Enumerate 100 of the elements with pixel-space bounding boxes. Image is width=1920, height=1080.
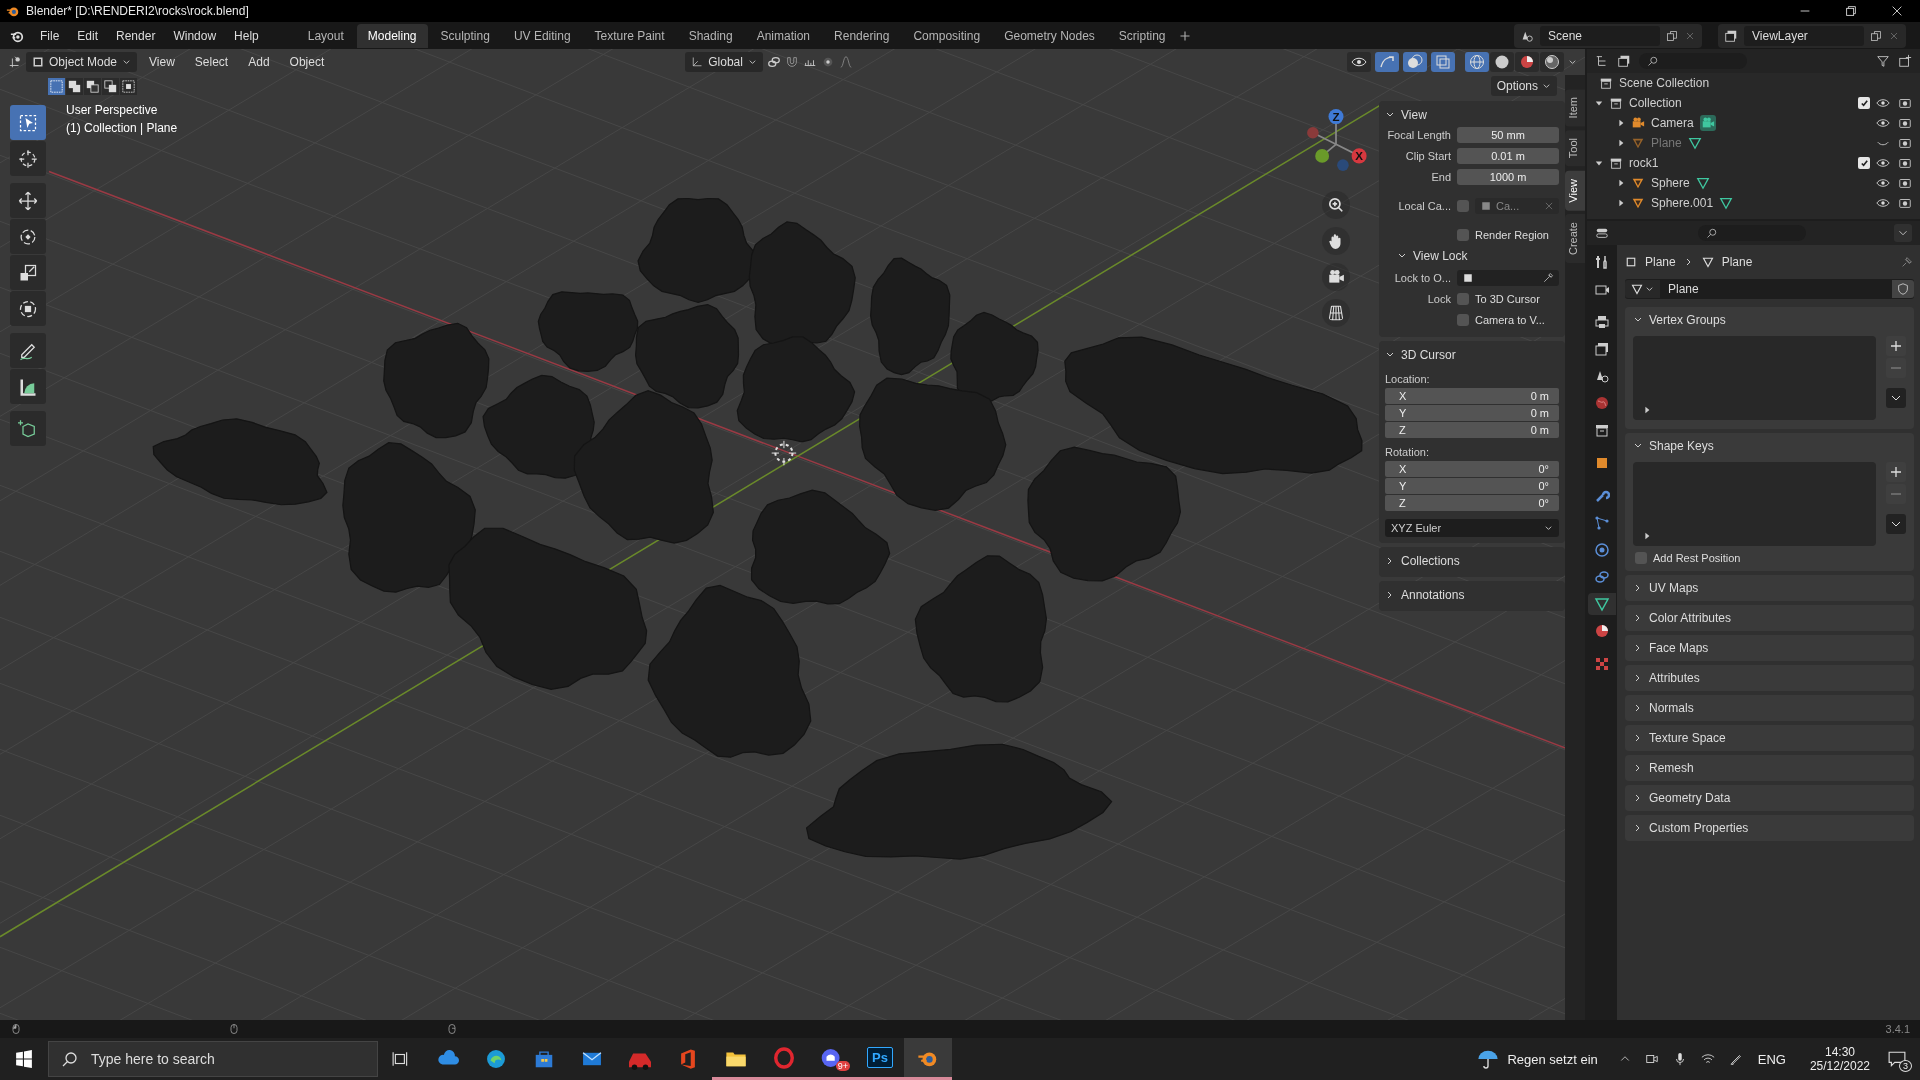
camera-icon[interactable] bbox=[1898, 116, 1912, 130]
checkbox-label[interactable]: Add Rest Position bbox=[1635, 552, 1906, 564]
copy-icon[interactable] bbox=[1870, 29, 1882, 42]
caret-icon[interactable] bbox=[1568, 57, 1577, 67]
mesh-selector[interactable] bbox=[1625, 280, 1660, 298]
checkbox[interactable] bbox=[1457, 228, 1469, 241]
move-tool-button[interactable] bbox=[10, 183, 46, 218]
add-icon[interactable] bbox=[1886, 336, 1906, 356]
camera-icon[interactable] bbox=[1898, 176, 1912, 190]
number-field[interactable]: 50 mm bbox=[1457, 126, 1559, 143]
sidebar-tab[interactable]: Create bbox=[1565, 214, 1585, 264]
menu-item[interactable]: Render bbox=[108, 25, 164, 46]
language-indicator[interactable]: ENG bbox=[1757, 1051, 1786, 1067]
workspace-tab[interactable]: Layout bbox=[296, 23, 355, 48]
scene-selector[interactable]: Scene bbox=[1540, 25, 1660, 46]
triangle-down-icon[interactable] bbox=[1595, 159, 1603, 167]
tree-item[interactable]: Sphere bbox=[1651, 176, 1690, 190]
copy-icon[interactable] bbox=[1666, 29, 1678, 42]
clock-date[interactable]: 25/12/2022 bbox=[1809, 1059, 1870, 1073]
wifi-icon[interactable] bbox=[1700, 1052, 1715, 1066]
squares-icon[interactable] bbox=[120, 77, 137, 95]
pen-icon[interactable] bbox=[1728, 1052, 1743, 1066]
camera-icon[interactable] bbox=[1898, 156, 1912, 170]
clock-time[interactable]: 14:30 bbox=[1824, 1045, 1855, 1059]
measure-tool-button[interactable] bbox=[10, 369, 46, 404]
pin-icon[interactable] bbox=[1900, 255, 1914, 269]
rotate-tool-button[interactable] bbox=[10, 219, 46, 254]
eye-icon[interactable] bbox=[1347, 52, 1371, 72]
number-field[interactable]: Z 0 m bbox=[1385, 422, 1559, 438]
workspace-tab[interactable]: Scripting bbox=[1107, 23, 1177, 48]
triangle-down-icon[interactable] bbox=[1595, 99, 1603, 107]
workspace-tab[interactable]: Rendering bbox=[823, 23, 901, 48]
menu-item[interactable]: Window bbox=[165, 25, 225, 46]
grid-icon[interactable] bbox=[1322, 299, 1350, 327]
zoom-icon[interactable] bbox=[1322, 191, 1350, 219]
triangle-right-icon[interactable] bbox=[1617, 179, 1625, 187]
workspace-tab[interactable]: Texture Paint bbox=[583, 23, 676, 48]
checkbox[interactable] bbox=[1858, 97, 1870, 109]
sidebar-tab[interactable]: View bbox=[1565, 170, 1585, 211]
weather-text[interactable]: Regen setzt ein bbox=[1507, 1051, 1598, 1067]
menu-item[interactable]: Edit bbox=[69, 25, 107, 46]
number-field[interactable]: Z 0° bbox=[1385, 495, 1559, 511]
eye-icon[interactable] bbox=[1876, 116, 1890, 130]
workspace-tab[interactable]: Animation bbox=[745, 23, 822, 48]
number-field[interactable]: X 0 m bbox=[1385, 388, 1559, 404]
tree-item[interactable]: Sphere.001 bbox=[1651, 196, 1714, 210]
panel-header[interactable]: 3D Cursor bbox=[1385, 345, 1559, 365]
camera-icon[interactable] bbox=[1898, 136, 1912, 150]
add-icon[interactable] bbox=[1886, 462, 1906, 482]
workspace-tab[interactable]: Sculpting bbox=[429, 23, 501, 48]
number-field[interactable]: Y 0 m bbox=[1385, 405, 1559, 421]
umbrella-icon[interactable] bbox=[1477, 1048, 1500, 1070]
panel-header[interactable]: Shape Keys bbox=[1633, 436, 1906, 456]
object-field[interactable] bbox=[1457, 269, 1559, 286]
search-field[interactable] bbox=[1697, 225, 1806, 241]
menu-item[interactable]: Object bbox=[281, 52, 333, 72]
triangle-icon[interactable] bbox=[1695, 176, 1710, 190]
link-icon[interactable] bbox=[766, 55, 781, 69]
tree-item[interactable]: Collection bbox=[1629, 96, 1682, 110]
search-field[interactable] bbox=[1639, 53, 1747, 69]
chevron-down-icon[interactable] bbox=[1894, 224, 1912, 242]
checkbox[interactable] bbox=[1457, 292, 1469, 305]
filter-icon[interactable] bbox=[1876, 54, 1890, 68]
subpanel-header[interactable]: View Lock bbox=[1385, 246, 1559, 266]
menu-item[interactable]: Add bbox=[240, 52, 278, 72]
squares-icon[interactable] bbox=[84, 77, 101, 95]
images-icon[interactable] bbox=[1724, 28, 1738, 43]
workspace-tab[interactable]: Geometry Nodes bbox=[993, 23, 1106, 48]
checkbox-label[interactable]: Render Region bbox=[1457, 228, 1549, 241]
sidebar-tab[interactable]: Tool bbox=[1565, 130, 1585, 167]
checkbox[interactable] bbox=[1635, 552, 1647, 564]
circles-icon[interactable] bbox=[1403, 52, 1427, 72]
new-collection-icon[interactable] bbox=[1898, 54, 1912, 68]
checkbox[interactable] bbox=[1457, 199, 1469, 212]
taskbar-app-button[interactable]: 9+ bbox=[808, 1038, 856, 1080]
number-field[interactable]: 1000 m bbox=[1457, 168, 1559, 185]
images-icon[interactable] bbox=[1617, 54, 1631, 68]
sidebar-tab[interactable]: Item bbox=[1565, 89, 1585, 127]
workspace-tab[interactable]: Modeling bbox=[356, 23, 428, 48]
menu-item[interactable]: View bbox=[141, 52, 183, 72]
3d-cursor-icon[interactable] bbox=[771, 440, 797, 466]
workspace-tab[interactable]: UV Editing bbox=[502, 23, 582, 48]
triangle-right-icon[interactable] bbox=[1617, 199, 1625, 207]
workspace-tab[interactable]: Compositing bbox=[902, 23, 992, 48]
tree-item[interactable]: rock1 bbox=[1629, 156, 1659, 170]
triangle-icon[interactable] bbox=[1687, 136, 1702, 150]
add-cube-tool-button[interactable] bbox=[10, 411, 46, 446]
checkbox-label[interactable]: Camera to V... bbox=[1457, 313, 1545, 326]
squares-icon[interactable] bbox=[66, 77, 83, 95]
menu-item[interactable]: File bbox=[32, 25, 68, 46]
shield-icon[interactable] bbox=[1892, 280, 1914, 298]
options-dropdown[interactable]: Options bbox=[1490, 76, 1557, 96]
annotate-tool-button[interactable] bbox=[10, 333, 46, 368]
menu-item[interactable]: Select bbox=[186, 52, 237, 72]
eyedropper-icon[interactable] bbox=[1542, 271, 1554, 284]
view-layer-selector[interactable]: ViewLayer bbox=[1744, 25, 1864, 46]
transform-tool-button[interactable] bbox=[10, 291, 46, 326]
dashed-square-icon[interactable] bbox=[48, 77, 65, 95]
taskbar-search-field[interactable]: Type here to search bbox=[48, 1041, 378, 1077]
number-field[interactable]: 0.01 m bbox=[1457, 147, 1559, 164]
